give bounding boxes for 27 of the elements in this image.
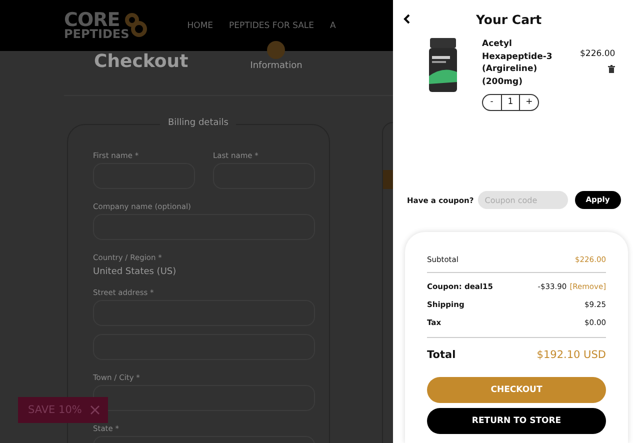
cart-title: Your Cart	[476, 12, 542, 26]
summary-label: Total	[427, 349, 456, 361]
tag-shape	[383, 170, 393, 189]
section-title: Billing details	[160, 118, 236, 128]
logo-text: CORE	[64, 12, 120, 29]
logo-text: PEPTIDES	[64, 28, 130, 40]
close-icon[interactable]	[90, 405, 100, 415]
quantity-value[interactable]: 1	[500, 95, 520, 110]
text-field[interactable]	[93, 385, 315, 411]
item-price: $226.00	[580, 49, 616, 59]
page-title: Checkout	[94, 51, 188, 72]
increase-button[interactable]: +	[519, 95, 538, 110]
nav-link[interactable]: A	[330, 20, 336, 30]
summary-value: $192.10 USD	[536, 349, 606, 361]
trash-icon[interactable]	[608, 65, 616, 73]
back-icon[interactable]	[403, 14, 410, 24]
step-label: Information	[250, 61, 302, 71]
product-name[interactable]: Acetyl Hexapeptide-3 (Argireline) (200mg)	[482, 38, 562, 88]
decrease-button[interactable]: -	[483, 95, 501, 110]
bottle-drawing	[428, 38, 458, 93]
step-circle	[267, 41, 286, 59]
nav-link[interactable]: HOME	[187, 20, 214, 30]
checkout-button[interactable]: CHECKOUT	[427, 377, 606, 403]
coupon-field[interactable]: Coupon code	[478, 191, 568, 209]
nav-link[interactable]: PEPTIDES FOR SALE	[229, 20, 314, 30]
country-select[interactable]: United States (US)	[93, 267, 176, 277]
return-button[interactable]: RETURN TO STORE	[427, 408, 606, 434]
